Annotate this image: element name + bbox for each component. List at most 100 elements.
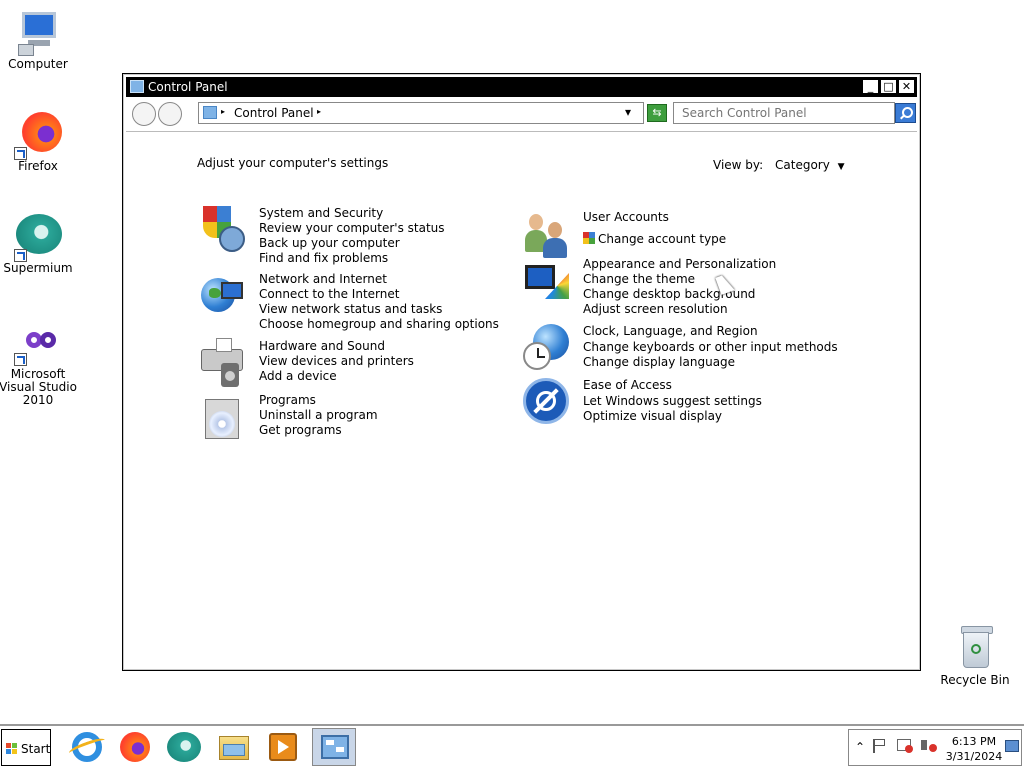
control-panel-icon xyxy=(321,735,349,759)
forward-button[interactable] xyxy=(158,102,182,126)
category-title[interactable]: Programs xyxy=(259,393,378,408)
show-desktop-button[interactable] xyxy=(1005,740,1019,752)
category-link[interactable]: Review your computer's status xyxy=(259,221,445,236)
start-label: Start xyxy=(21,742,51,756)
desktop-icon-label: Supermium xyxy=(3,261,73,275)
category-title[interactable]: Clock, Language, and Region xyxy=(583,324,838,340)
computer-icon xyxy=(14,8,62,56)
address-bar[interactable]: ▸ Control Panel ▸ ▾ xyxy=(198,102,644,124)
category-link[interactable]: Back up your computer xyxy=(259,236,445,251)
desktop-icon-computer[interactable]: Computer xyxy=(0,8,78,71)
shortcut-arrow-icon xyxy=(14,147,27,160)
show-hidden-icons-button[interactable]: ⌃ xyxy=(855,740,865,754)
appearance-monitor-icon[interactable] xyxy=(523,257,571,305)
taskbar-supermium[interactable] xyxy=(162,728,206,766)
breadcrumb-separator-icon[interactable]: ▸ xyxy=(317,107,321,116)
firefox-icon xyxy=(120,732,150,762)
category-title[interactable]: Ease of Access xyxy=(583,378,762,394)
supermium-icon xyxy=(167,732,201,762)
taskbar-firefox[interactable] xyxy=(113,728,157,766)
control-panel-window: Control Panel _ □ ✕ ▸ Control Panel ▸ ▾ … xyxy=(122,73,921,671)
programs-disc-icon[interactable] xyxy=(199,393,247,441)
taskbar-control-panel[interactable] xyxy=(312,728,356,766)
chevron-down-icon[interactable]: ▼ xyxy=(838,162,845,172)
visual-studio-icon xyxy=(14,328,62,366)
action-center-flag-icon[interactable] xyxy=(873,739,885,753)
clock-time: 6:13 PM xyxy=(951,735,997,748)
clock[interactable]: 6:13 PM 3/31/2024 xyxy=(945,734,1003,764)
volume-muted-icon[interactable] xyxy=(921,739,937,753)
system-tray: ⌃ 6:13 PM 3/31/2024 xyxy=(848,729,1022,766)
title-bar[interactable]: Control Panel _ □ ✕ xyxy=(126,77,917,97)
taskbar-file-explorer[interactable] xyxy=(212,728,256,766)
category-link[interactable]: Connect to the Internet xyxy=(259,287,499,302)
windows-logo-icon xyxy=(6,743,18,754)
desktop-icon-label: Microsoft Visual Studio 2010 xyxy=(0,367,77,407)
category-title[interactable]: Hardware and Sound xyxy=(259,339,414,354)
maximize-button[interactable]: □ xyxy=(880,79,897,94)
category-link-row[interactable]: Change account type xyxy=(583,232,726,247)
category-link[interactable]: View devices and printers xyxy=(259,354,414,369)
taskbar-internet-explorer[interactable] xyxy=(64,728,108,766)
category-link[interactable]: Let Windows suggest settings xyxy=(583,394,762,409)
start-button[interactable]: Start xyxy=(1,729,51,766)
category-link[interactable]: Find and fix problems xyxy=(259,251,445,266)
shortcut-arrow-icon xyxy=(14,249,27,262)
desktop-icon-firefox[interactable]: Firefox xyxy=(0,110,78,173)
taskbar: Start ⌃ 6:13 PM 3/31/2024 xyxy=(0,724,1024,768)
category-link[interactable]: Adjust screen resolution xyxy=(583,302,776,317)
back-button[interactable] xyxy=(132,102,156,126)
search-icon[interactable] xyxy=(895,103,916,123)
control-panel-icon xyxy=(130,80,144,93)
search-input[interactable] xyxy=(673,102,895,124)
firefox-icon xyxy=(14,110,62,160)
view-by-dropdown[interactable]: Category xyxy=(775,158,830,172)
supermium-icon xyxy=(14,212,62,262)
close-button[interactable]: ✕ xyxy=(898,79,915,94)
category-link[interactable]: Optimize visual display xyxy=(583,409,762,424)
network-globe-icon[interactable] xyxy=(199,272,247,320)
category-link[interactable]: Get programs xyxy=(259,423,378,438)
breadcrumb-control-panel[interactable]: Control Panel xyxy=(234,106,314,120)
category-link[interactable]: Change keyboards or other input methods xyxy=(583,340,838,355)
category-title[interactable]: Network and Internet xyxy=(259,272,499,287)
desktop-icon-recycle-bin[interactable]: Recycle Bin xyxy=(935,624,1015,687)
ease-of-access-icon[interactable] xyxy=(523,378,571,426)
uac-shield-icon xyxy=(583,232,595,245)
desktop-icon-supermium[interactable]: Supermium xyxy=(0,212,78,275)
taskbar-media-player[interactable] xyxy=(261,728,305,766)
user-accounts-icon[interactable] xyxy=(523,210,571,258)
window-title: Control Panel xyxy=(148,80,228,94)
desktop-icon-label: Firefox xyxy=(18,159,58,173)
address-dropdown-icon[interactable]: ▾ xyxy=(625,105,631,119)
category-link[interactable]: Change display language xyxy=(583,355,838,370)
page-heading: Adjust your computer's settings xyxy=(197,156,389,170)
category-link[interactable]: Choose homegroup and sharing options xyxy=(259,317,499,332)
shortcut-arrow-icon xyxy=(14,353,27,366)
category-link[interactable]: Change desktop background xyxy=(583,287,776,302)
network-disconnected-icon[interactable] xyxy=(897,739,913,754)
navigation-bar: ▸ Control Panel ▸ ▾ ⇆ xyxy=(126,99,917,132)
category-link[interactable]: Add a device xyxy=(259,369,414,384)
category-title[interactable]: User Accounts xyxy=(583,210,726,232)
printer-speaker-icon[interactable] xyxy=(199,338,247,387)
minimize-button[interactable]: _ xyxy=(862,79,879,94)
breadcrumb-separator-icon[interactable]: ▸ xyxy=(221,107,225,116)
category-link[interactable]: View network status and tasks xyxy=(259,302,499,317)
view-by-label: View by: xyxy=(713,158,764,172)
control-panel-icon xyxy=(203,106,217,119)
desktop-icon-visual-studio[interactable]: Microsoft Visual Studio 2010 xyxy=(0,328,78,407)
view-by-control: View by: Category ▼ xyxy=(713,158,845,172)
desktop-icon-label: Computer xyxy=(8,57,68,71)
category-link[interactable]: Change the theme xyxy=(583,272,776,287)
category-title[interactable]: System and Security xyxy=(259,206,445,221)
security-shield-icon[interactable] xyxy=(199,206,247,254)
category-link[interactable]: Change account type xyxy=(598,232,726,246)
desktop-icon-label: Recycle Bin xyxy=(940,673,1010,687)
category-title[interactable]: Appearance and Personalization xyxy=(583,257,776,272)
recycle-bin-icon xyxy=(951,624,999,672)
clock-globe-icon[interactable] xyxy=(523,324,571,372)
category-link[interactable]: Uninstall a program xyxy=(259,408,378,423)
clock-date: 3/31/2024 xyxy=(945,750,1003,763)
refresh-button[interactable]: ⇆ xyxy=(647,104,667,122)
